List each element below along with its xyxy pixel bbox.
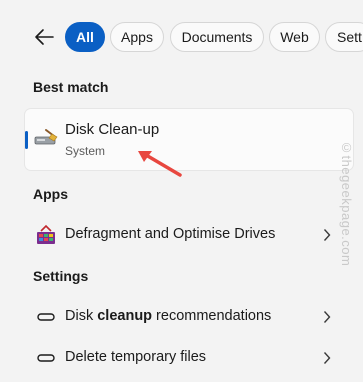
storage-icon [37,354,55,362]
app-label: Defragment and Optimise Drives [65,226,276,242]
filter-documents-tab[interactable]: Documents [170,22,264,52]
filter-all-tab[interactable]: All [65,22,105,52]
setting-label-suffix: recommendations [152,308,272,324]
selection-indicator [25,131,28,149]
chevron-right-icon [323,229,331,241]
best-match-heading: Best match [33,79,109,95]
apps-heading: Apps [33,186,68,202]
watermark: ©thegeekpage.com [339,140,354,267]
chevron-right-icon [323,311,331,323]
filter-apps-tab[interactable]: Apps [110,22,164,52]
app-defragment-item[interactable]: Defragment and Optimise Drives [25,217,353,253]
setting-label-highlight: cleanup [97,308,153,324]
chevron-right-icon [323,352,331,364]
filter-web-tab[interactable]: Web [269,22,320,52]
setting-label-prefix: Disk [65,308,98,324]
filter-settings-tab[interactable]: Sett [325,22,363,52]
annotation-arrow [138,151,182,177]
setting-label: Disk cleanup recommendations [65,308,271,324]
disk-cleanup-icon [34,129,58,145]
setting-disk-cleanup-recommendations[interactable]: Disk cleanup recommendations [25,299,353,335]
back-button[interactable] [33,26,55,48]
setting-delete-temporary-files[interactable]: Delete temporary files [25,340,353,376]
setting-label: Delete temporary files [65,349,207,365]
storage-icon [37,313,55,321]
settings-heading: Settings [33,268,89,284]
best-match-result[interactable]: Disk Clean-up System [25,109,353,170]
defragment-icon [37,224,55,244]
result-subtitle: System [65,144,106,158]
back-arrow-icon [35,29,54,45]
result-title: Disk Clean-up [65,121,160,138]
